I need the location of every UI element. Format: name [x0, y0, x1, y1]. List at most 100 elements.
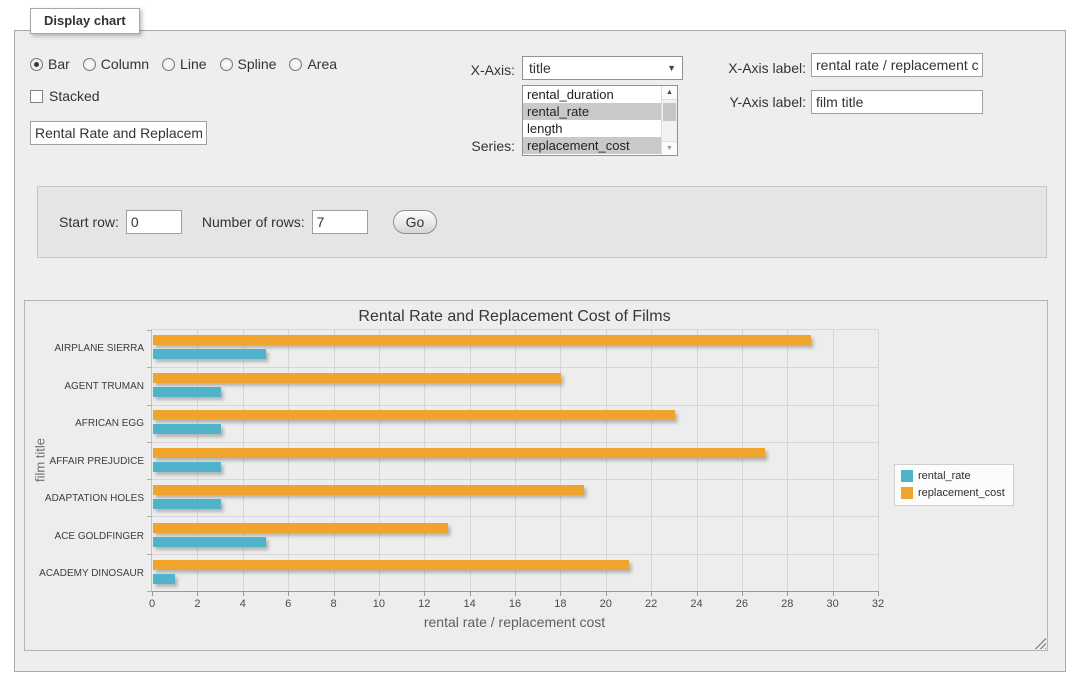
stacked-label: Stacked: [49, 88, 100, 104]
number-of-rows-input[interactable]: [312, 210, 368, 234]
bar-replacement_cost[interactable]: [153, 523, 448, 533]
chart-type-option-bar[interactable]: Bar: [30, 56, 70, 72]
bar-replacement_cost[interactable]: [153, 560, 629, 570]
series-options: rental_durationrental_ratelengthreplacem…: [523, 86, 661, 155]
y-axis-tick: [147, 479, 152, 480]
x-axis-tick: [515, 591, 516, 596]
series-select-label: Series:: [420, 138, 515, 154]
chart-title-input[interactable]: [30, 121, 207, 145]
number-of-rows-label: Number of rows:: [202, 214, 305, 230]
gridline-horizontal: [152, 554, 878, 555]
bar-replacement_cost[interactable]: [153, 410, 675, 420]
x-axis-select[interactable]: title ▼: [522, 56, 683, 80]
radio-icon: [162, 58, 175, 71]
series-option-length[interactable]: length: [523, 120, 661, 137]
legend-item-replacement_cost[interactable]: replacement_cost: [901, 487, 1005, 499]
gridline-horizontal: [152, 367, 878, 368]
x-tick-label: 6: [285, 598, 291, 610]
series-option-replacement_cost[interactable]: replacement_cost: [523, 137, 661, 154]
scroll-down-icon[interactable]: ▼: [662, 141, 677, 155]
category-label: AGENT TRUMAN: [20, 381, 144, 392]
x-axis-tick: [878, 591, 879, 596]
bar-rental_rate[interactable]: [153, 574, 175, 584]
bar-rental_rate[interactable]: [153, 462, 221, 472]
x-axis-tick: [742, 591, 743, 596]
gridline-vertical: [334, 330, 335, 591]
category-label: AFRICAN EGG: [20, 418, 144, 429]
gridline-vertical: [878, 330, 879, 591]
bar-replacement_cost[interactable]: [153, 448, 765, 458]
x-tick-label: 4: [240, 598, 246, 610]
x-axis-tick: [606, 591, 607, 596]
bar-rental_rate[interactable]: [153, 499, 221, 509]
x-axis-label-label: X-Axis label:: [706, 60, 806, 76]
bar-replacement_cost[interactable]: [153, 485, 584, 495]
x-tick-label: 12: [418, 598, 430, 610]
y-axis-tick: [147, 554, 152, 555]
x-tick-label: 18: [554, 598, 566, 610]
gridline-vertical: [697, 330, 698, 591]
chart-type-option-area[interactable]: Area: [289, 56, 337, 72]
series-option-rental_duration[interactable]: rental_duration: [523, 86, 661, 103]
gridline-vertical: [379, 330, 380, 591]
page: Display chart BarColumnLineSplineArea St…: [0, 0, 1081, 681]
chevron-down-icon: ▼: [667, 63, 676, 73]
category-label: AIRPLANE SIERRA: [20, 343, 144, 354]
y-axis-tick: [147, 330, 152, 331]
chart-type-option-column[interactable]: Column: [83, 56, 149, 72]
legend-label: rental_rate: [918, 470, 971, 482]
gridline-vertical: [197, 330, 198, 591]
gridline-vertical: [424, 330, 425, 591]
start-row-input[interactable]: [126, 210, 182, 234]
x-tick-label: 24: [690, 598, 702, 610]
x-tick-label: 2: [194, 598, 200, 610]
stacked-checkbox-row[interactable]: Stacked: [30, 88, 100, 104]
bar-replacement_cost[interactable]: [153, 335, 811, 345]
x-tick-label: 26: [736, 598, 748, 610]
x-axis-tick: [560, 591, 561, 596]
x-tick-label: 16: [509, 598, 521, 610]
bar-replacement_cost[interactable]: [153, 373, 561, 383]
y-axis-tick: [147, 442, 152, 443]
gridline-vertical: [606, 330, 607, 591]
y-axis-label-input[interactable]: [811, 90, 983, 114]
category-label: ACADEMY DINOSAUR: [20, 568, 144, 579]
x-tick-label: 20: [600, 598, 612, 610]
chart-type-option-spline[interactable]: Spline: [220, 56, 277, 72]
bar-rental_rate[interactable]: [153, 537, 266, 547]
x-axis-tick: [697, 591, 698, 596]
series-listbox[interactable]: rental_durationrental_ratelengthreplacem…: [522, 85, 678, 156]
radio-icon: [30, 58, 43, 71]
gridline-vertical: [742, 330, 743, 591]
resize-handle-icon[interactable]: [1033, 636, 1046, 649]
x-axis-tick: [424, 591, 425, 596]
x-axis-tick: [651, 591, 652, 596]
chart-type-option-line[interactable]: Line: [162, 56, 206, 72]
x-tick-label: 32: [872, 598, 884, 610]
gridline-horizontal: [152, 516, 878, 517]
x-axis-title: rental rate / replacement cost: [151, 614, 878, 630]
series-option-rental_rate[interactable]: rental_rate: [523, 103, 661, 120]
legend-swatch-replacement_cost: [901, 487, 913, 499]
legend-item-rental_rate[interactable]: rental_rate: [901, 470, 1005, 482]
bar-rental_rate[interactable]: [153, 424, 221, 434]
bar-rental_rate[interactable]: [153, 349, 266, 359]
x-axis-tick: [152, 591, 153, 596]
gridline-vertical: [243, 330, 244, 591]
y-axis-label-label: Y-Axis label:: [706, 94, 806, 110]
x-tick-label: 30: [827, 598, 839, 610]
x-axis-tick: [470, 591, 471, 596]
x-axis-label-input[interactable]: [811, 53, 983, 77]
chart-type-option-label: Area: [307, 56, 337, 72]
x-axis-tick: [787, 591, 788, 596]
chart-type-option-label: Line: [180, 56, 206, 72]
stacked-checkbox[interactable]: [30, 90, 43, 103]
scrollbar-thumb[interactable]: [663, 103, 676, 121]
chart-legend: rental_rate replacement_cost: [894, 464, 1014, 506]
listbox-scrollbar[interactable]: ▲ ▼: [661, 86, 677, 155]
scroll-up-icon[interactable]: ▲: [662, 86, 677, 100]
gridline-vertical: [288, 330, 289, 591]
go-button[interactable]: Go: [393, 210, 438, 234]
radio-icon: [220, 58, 233, 71]
bar-rental_rate[interactable]: [153, 387, 221, 397]
